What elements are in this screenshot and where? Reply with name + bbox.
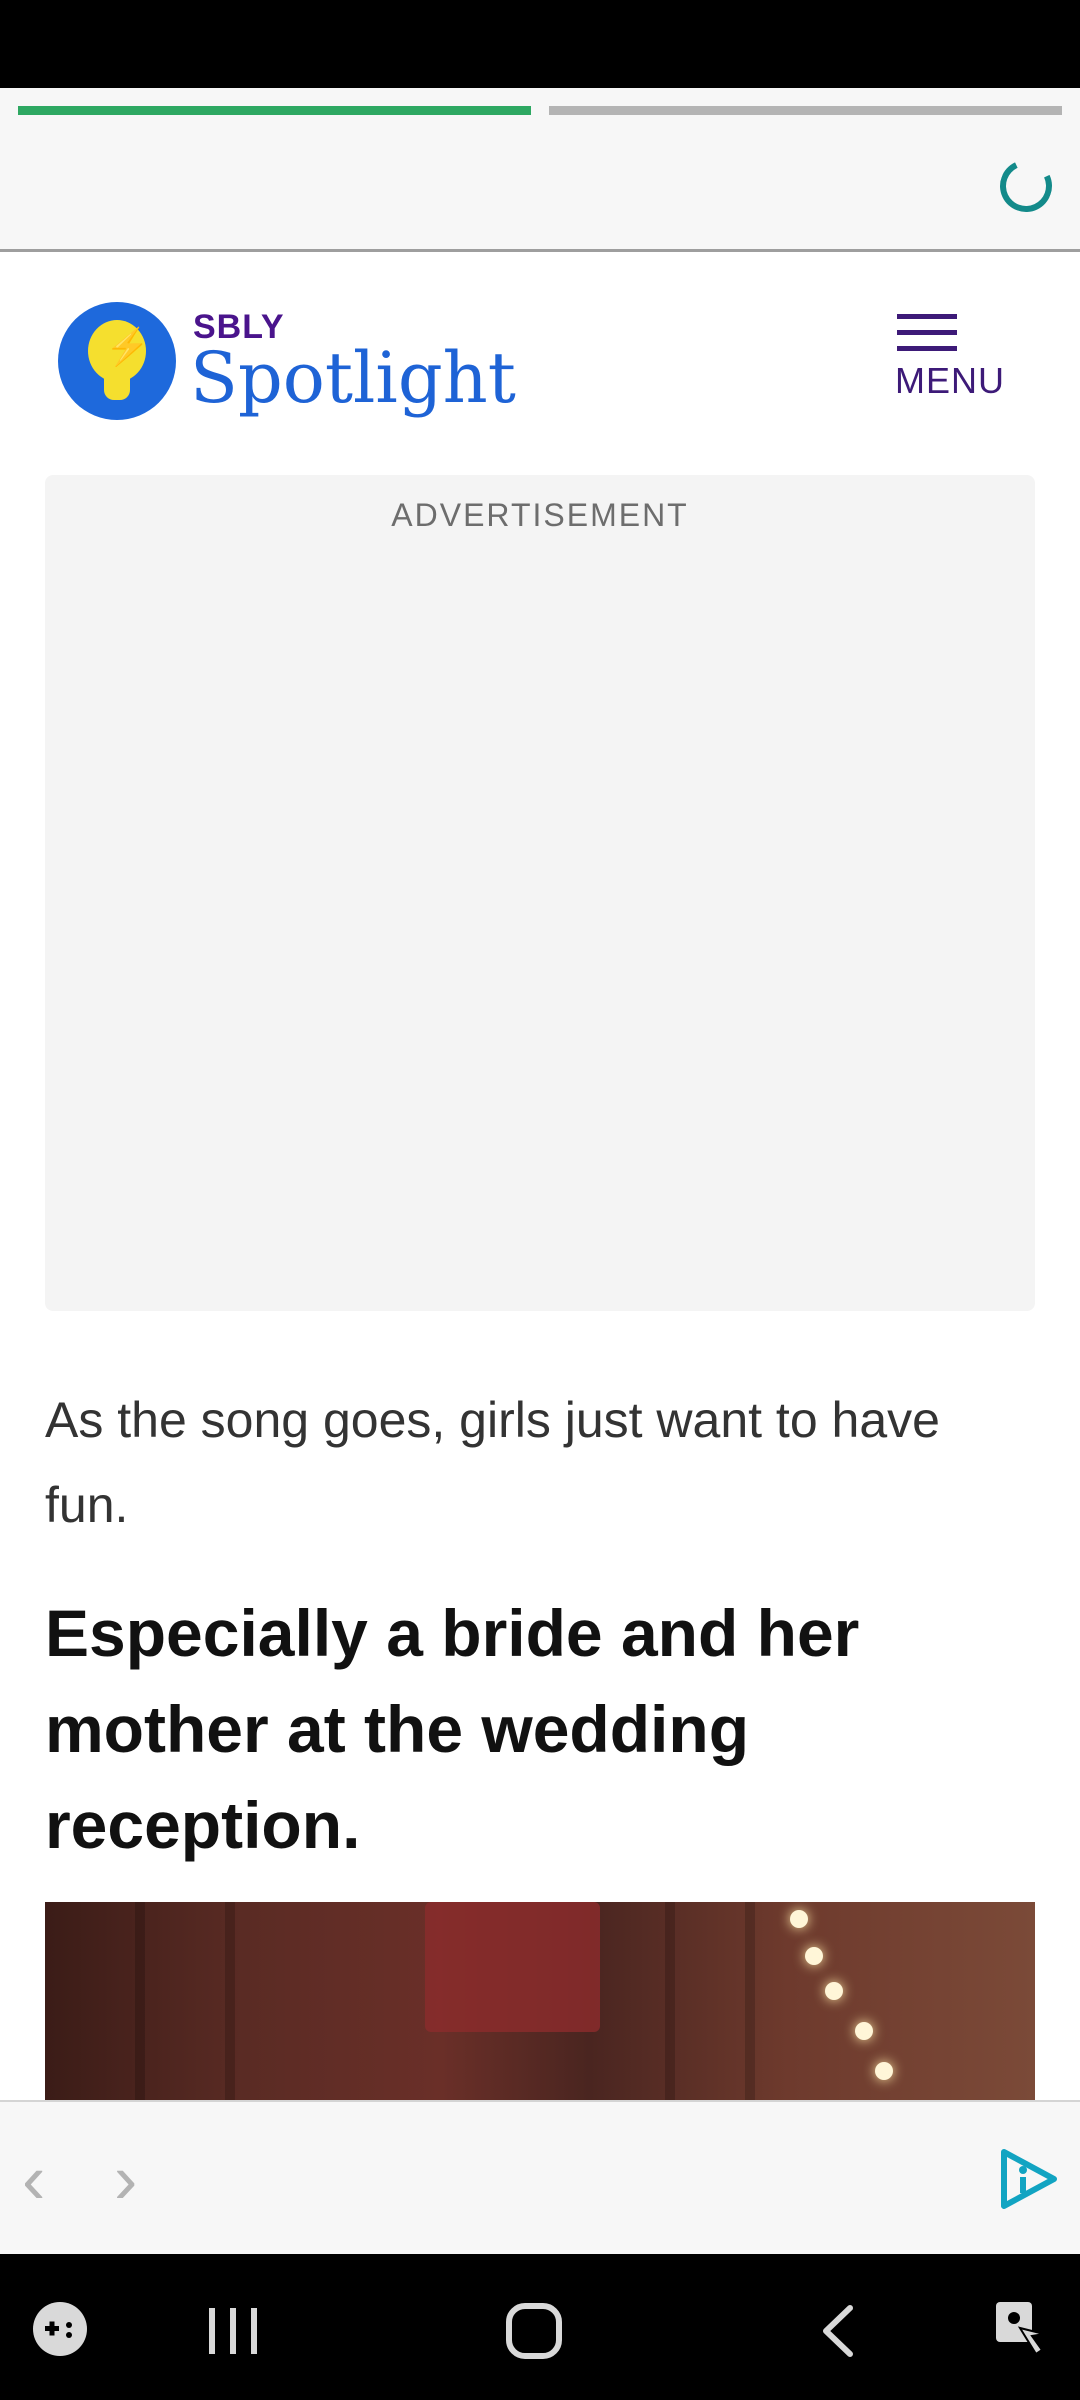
story-progress-active bbox=[18, 106, 531, 115]
lightbulb-logo-icon[interactable]: ⚡ bbox=[58, 302, 176, 420]
image-sign-shape bbox=[425, 1902, 600, 2032]
ad-header bbox=[0, 88, 1080, 252]
loading-spinner-icon bbox=[992, 152, 1060, 220]
home-icon[interactable] bbox=[505, 2302, 563, 2360]
system-navigation-bar bbox=[0, 2254, 1080, 2400]
advertisement-slot: ADVERTISEMENT bbox=[45, 475, 1035, 1311]
hamburger-icon bbox=[897, 314, 957, 319]
info-play-icon[interactable] bbox=[992, 2144, 1062, 2214]
accessibility-icon[interactable] bbox=[992, 2298, 1052, 2360]
article-nav-toolbar: ‹ › bbox=[0, 2100, 1080, 2254]
article-image[interactable] bbox=[45, 1902, 1035, 2100]
menu-label: MENU bbox=[895, 360, 1005, 401]
article-heading: Especially a bride and her mother at the… bbox=[45, 1596, 860, 1862]
game-launcher-icon[interactable] bbox=[31, 2300, 89, 2358]
chevron-left-icon[interactable]: ‹ bbox=[22, 2144, 45, 2214]
back-icon[interactable] bbox=[818, 2304, 858, 2358]
chevron-right-icon[interactable]: › bbox=[114, 2144, 137, 2214]
site-header: ⚡ SBLY Spotlight MENU bbox=[0, 252, 1080, 470]
brand-name[interactable]: Spotlight bbox=[190, 337, 516, 419]
recent-apps-icon[interactable] bbox=[205, 2306, 261, 2356]
advertisement-label: ADVERTISEMENT bbox=[391, 497, 689, 533]
menu-button[interactable]: MENU bbox=[895, 308, 1025, 408]
status-bar bbox=[0, 0, 1080, 88]
article-paragraph: As the song goes, girls just want to hav… bbox=[45, 1392, 940, 1533]
story-progress-inactive bbox=[549, 106, 1062, 115]
